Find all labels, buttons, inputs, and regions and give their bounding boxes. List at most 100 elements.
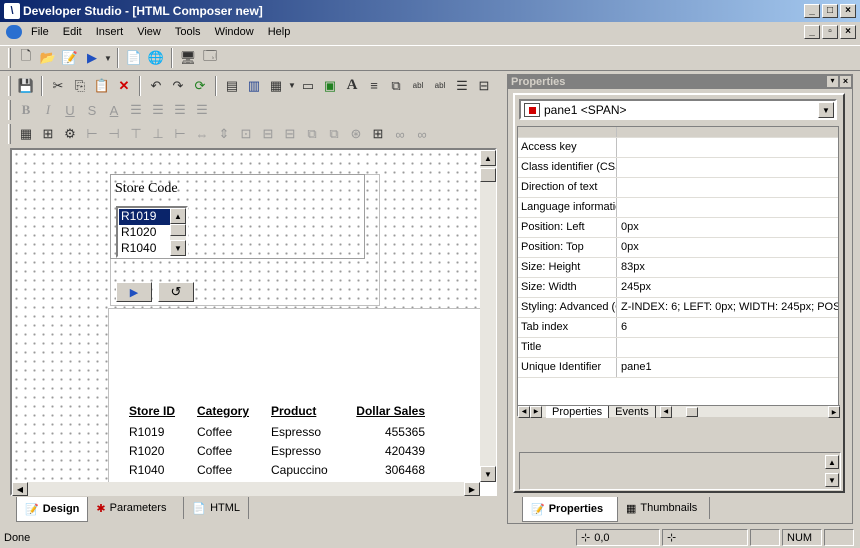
cut-icon[interactable]: ✂	[47, 75, 69, 97]
report-frame[interactable]: Store ID Category Product Dollar Sales R…	[108, 308, 480, 482]
tab-parameters[interactable]: ✱ Parameters	[88, 497, 185, 519]
combobox-icon[interactable]: ⊟	[473, 75, 495, 97]
reset-button[interactable]: ↺	[158, 282, 194, 302]
snap-icon[interactable]: ⊞	[37, 123, 59, 145]
property-value[interactable]: 6	[617, 318, 838, 337]
property-row[interactable]: Size: Width 245px	[518, 278, 838, 298]
properties-icon[interactable]: 📝	[59, 47, 81, 69]
tab-properties-inner[interactable]: Properties	[546, 405, 610, 418]
settings-icon[interactable]: ⚙	[59, 123, 81, 145]
property-row[interactable]: Access key	[518, 138, 838, 158]
justify-icon[interactable]: ☰	[191, 99, 213, 121]
report-icon[interactable]: ▤	[221, 75, 243, 97]
tab-html[interactable]: 📄 HTML	[184, 497, 250, 519]
open-icon[interactable]: 📂	[37, 47, 59, 69]
menu-help[interactable]: Help	[261, 26, 298, 38]
hscroll-thumb[interactable]	[686, 407, 698, 417]
desc-scroll-down-icon[interactable]: ▼	[825, 473, 839, 487]
hscroll-right-icon[interactable]: ▶	[828, 406, 840, 418]
property-row[interactable]: Size: Height 83px	[518, 258, 838, 278]
hscroll-left-icon[interactable]: ◀	[659, 405, 672, 418]
maximize-button[interactable]: □	[822, 4, 838, 18]
underline-icon[interactable]: U	[59, 99, 81, 121]
chart-icon[interactable]: ▥	[243, 75, 265, 97]
menu-file[interactable]: File	[24, 26, 56, 38]
menu-view[interactable]: View	[130, 26, 168, 38]
property-row[interactable]: Class identifier (CSS	[518, 158, 838, 178]
property-value[interactable]: pane1	[617, 358, 838, 377]
property-value[interactable]	[617, 178, 838, 197]
text-icon[interactable]: A	[341, 75, 363, 97]
menu-tools[interactable]: Tools	[168, 26, 208, 38]
list-item[interactable]: R1040	[119, 241, 171, 257]
bold-icon[interactable]: B	[15, 99, 37, 121]
property-row[interactable]: Position: Left 0px	[518, 218, 838, 238]
unlink-icon[interactable]: ∞	[411, 123, 433, 145]
align-tops-icon[interactable]: ⊤	[125, 123, 147, 145]
frame-icon[interactable]: ▭	[297, 75, 319, 97]
property-value[interactable]: 0px	[617, 218, 838, 237]
space-horiz-icon[interactable]: ⊟	[257, 123, 279, 145]
scroll-left-icon[interactable]: ◀	[12, 482, 28, 496]
run-icon[interactable]: ▶	[81, 47, 103, 69]
procedure-icon[interactable]: 📄	[123, 47, 145, 69]
run-button[interactable]: ▶	[116, 282, 152, 302]
tab-thumbnails[interactable]: ▦ Thumbnails	[618, 497, 710, 519]
menu-window[interactable]: Window	[208, 26, 261, 38]
minimize-button[interactable]: _	[804, 4, 820, 18]
align-left-icon[interactable]: ☰	[125, 99, 147, 121]
dropdown-arrow-icon[interactable]: ▼	[103, 47, 113, 69]
property-row[interactable]: Styling: Advanced (C Z-INDEX: 6; LEFT: 0p…	[518, 298, 838, 318]
scroll-right-icon[interactable]: ▶	[464, 482, 480, 496]
design-horizontal-scrollbar[interactable]: ◀ ▶	[12, 482, 480, 496]
redo-icon[interactable]: ↷	[167, 75, 189, 97]
doc-restore-button[interactable]: ▫	[822, 25, 838, 39]
store-code-listbox[interactable]: R1019 R1020 R1040 ▲ ▼	[116, 206, 188, 258]
web-icon[interactable]: 🌐	[145, 47, 167, 69]
align-rights-icon[interactable]: ⊣	[103, 123, 125, 145]
list-item[interactable]: R1019	[119, 209, 171, 225]
property-value[interactable]	[617, 198, 838, 217]
property-value[interactable]	[617, 338, 838, 357]
close-button[interactable]: ×	[840, 4, 856, 18]
property-value[interactable]: 83px	[617, 258, 838, 277]
same-size-icon[interactable]: ⊡	[235, 123, 257, 145]
list-item[interactable]: R1020	[119, 225, 171, 241]
property-row[interactable]: Direction of text	[518, 178, 838, 198]
align-right-icon[interactable]: ☰	[169, 99, 191, 121]
space-vert-icon[interactable]: ⊟	[279, 123, 301, 145]
paste-icon[interactable]: 📋	[91, 75, 113, 97]
new-icon[interactable]: 🗋	[15, 47, 37, 69]
property-value[interactable]	[617, 158, 838, 177]
grid-icon[interactable]: ▦	[15, 123, 37, 145]
delete-icon[interactable]: ✕	[113, 75, 135, 97]
align-lefts-icon[interactable]: ⊢	[81, 123, 103, 145]
save-icon[interactable]: 💾	[15, 75, 37, 97]
line-icon[interactable]: ≡	[363, 75, 385, 97]
doc-minimize-button[interactable]: _	[804, 25, 820, 39]
desc-scroll-up-icon[interactable]: ▲	[825, 455, 839, 469]
doc-close-button[interactable]: ×	[840, 25, 856, 39]
scroll-down-icon[interactable]: ▼	[480, 466, 496, 482]
link-icon[interactable]: ∞	[389, 123, 411, 145]
hyperlink-icon[interactable]: ⧉	[385, 75, 407, 97]
same-height-icon[interactable]: ⇕	[213, 123, 235, 145]
menu-edit[interactable]: Edit	[56, 26, 89, 38]
property-row[interactable]: Tab index 6	[518, 318, 838, 338]
bring-front-icon[interactable]: ⧉	[301, 123, 323, 145]
panel-menu-icon[interactable]: ▾	[827, 76, 838, 87]
tab-scroll-left-icon[interactable]: ◀	[518, 405, 530, 418]
property-value[interactable]: 245px	[617, 278, 838, 297]
property-value[interactable]: Z-INDEX: 6; LEFT: 0px; WIDTH: 245px; POS…	[617, 298, 838, 317]
scroll-up-icon[interactable]: ▲	[480, 150, 496, 166]
copy-icon[interactable]: ⎘	[69, 75, 91, 97]
monitor-icon[interactable]: 🖥	[177, 47, 199, 69]
table-dropdown-icon[interactable]: ▼	[287, 75, 297, 97]
property-row[interactable]: Position: Top 0px	[518, 238, 838, 258]
tab-design[interactable]: 📝 Design	[16, 497, 89, 522]
list-scroll-down-icon[interactable]: ▼	[170, 240, 186, 256]
design-vertical-scrollbar[interactable]: ▲ ▼	[480, 150, 496, 482]
property-value[interactable]: 0px	[617, 238, 838, 257]
window-icon[interactable]: 🗔	[199, 47, 221, 69]
same-width-icon[interactable]: ⇔	[191, 123, 213, 145]
